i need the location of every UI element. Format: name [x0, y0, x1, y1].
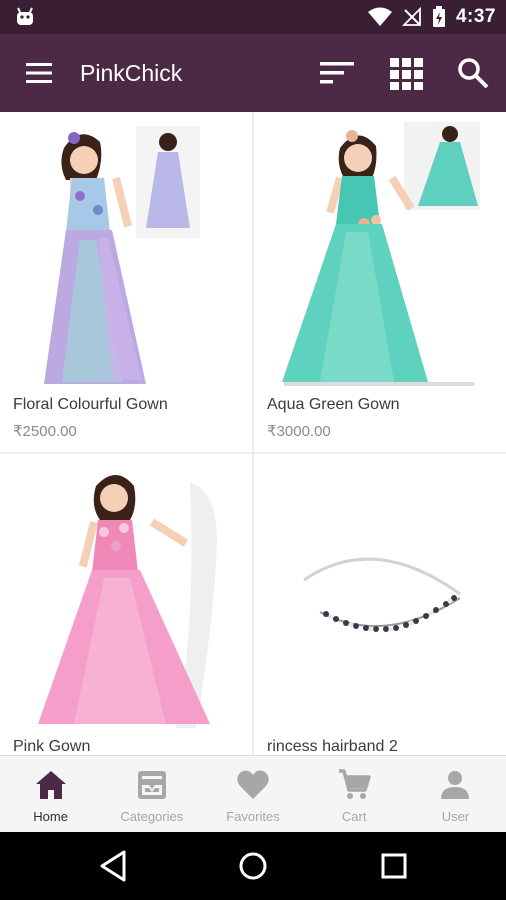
android-notification-icon [17, 7, 33, 25]
product-grid: Floral Colourful Gown ₹2500.00 Aqua Gree… [0, 112, 506, 755]
wifi-icon [367, 7, 392, 26]
product-image-pink-gown [0, 462, 252, 734]
nav-label: User [441, 809, 470, 824]
nav-tab-home[interactable]: Home [0, 756, 101, 833]
product-image-hairband [254, 462, 506, 734]
user-icon [441, 771, 470, 799]
product-name: Floral Colourful Gown [13, 396, 168, 413]
home-button-icon[interactable] [233, 846, 273, 886]
app-bar: PinkChick [0, 34, 506, 112]
nav-label: Favorites [226, 809, 280, 824]
status-time: 4:37 [455, 6, 496, 27]
no-signal-icon [401, 7, 421, 26]
nav-tab-cart[interactable]: Cart [304, 756, 405, 833]
product-price: ₹3000.00 [267, 423, 331, 440]
product-card[interactable]: Aqua Green Gown ₹3000.00 [254, 112, 506, 452]
product-name: Aqua Green Gown [267, 396, 400, 413]
categories-icon [137, 771, 166, 799]
battery-charging-icon [432, 6, 445, 27]
nav-tab-favorites[interactable]: Favorites [202, 756, 303, 833]
nav-tab-categories[interactable]: Categories [101, 756, 202, 833]
nav-label: Home [33, 809, 68, 824]
search-icon[interactable] [456, 56, 492, 92]
system-navigation-bar [0, 832, 506, 900]
status-bar: 4:37 [0, 0, 506, 34]
bottom-navigation: Home Categories Favorites Cart User [0, 755, 506, 833]
nav-tab-user[interactable]: User [405, 756, 506, 833]
product-image-floral-gown [0, 120, 252, 392]
product-image-aqua-gown [254, 120, 506, 392]
menu-icon[interactable] [24, 59, 56, 87]
recents-icon[interactable] [374, 846, 414, 886]
heart-icon [237, 770, 269, 799]
sort-icon[interactable] [320, 56, 356, 92]
grid-view-icon[interactable] [389, 56, 425, 92]
product-price: ₹2500.00 [13, 423, 77, 440]
product-card[interactable]: rincess hairband 2 [254, 454, 506, 755]
product-card[interactable]: Floral Colourful Gown ₹2500.00 [0, 112, 252, 452]
nav-label: Categories [120, 809, 184, 824]
product-name: Pink Gown [13, 738, 91, 755]
home-icon [35, 771, 66, 799]
back-icon[interactable] [94, 846, 134, 886]
product-card[interactable]: Pink Gown [0, 454, 252, 755]
nav-label: Cart [341, 809, 367, 824]
product-name: rincess hairband 2 [267, 738, 398, 755]
cart-icon [339, 769, 371, 799]
app-title: PinkChick [80, 60, 183, 86]
